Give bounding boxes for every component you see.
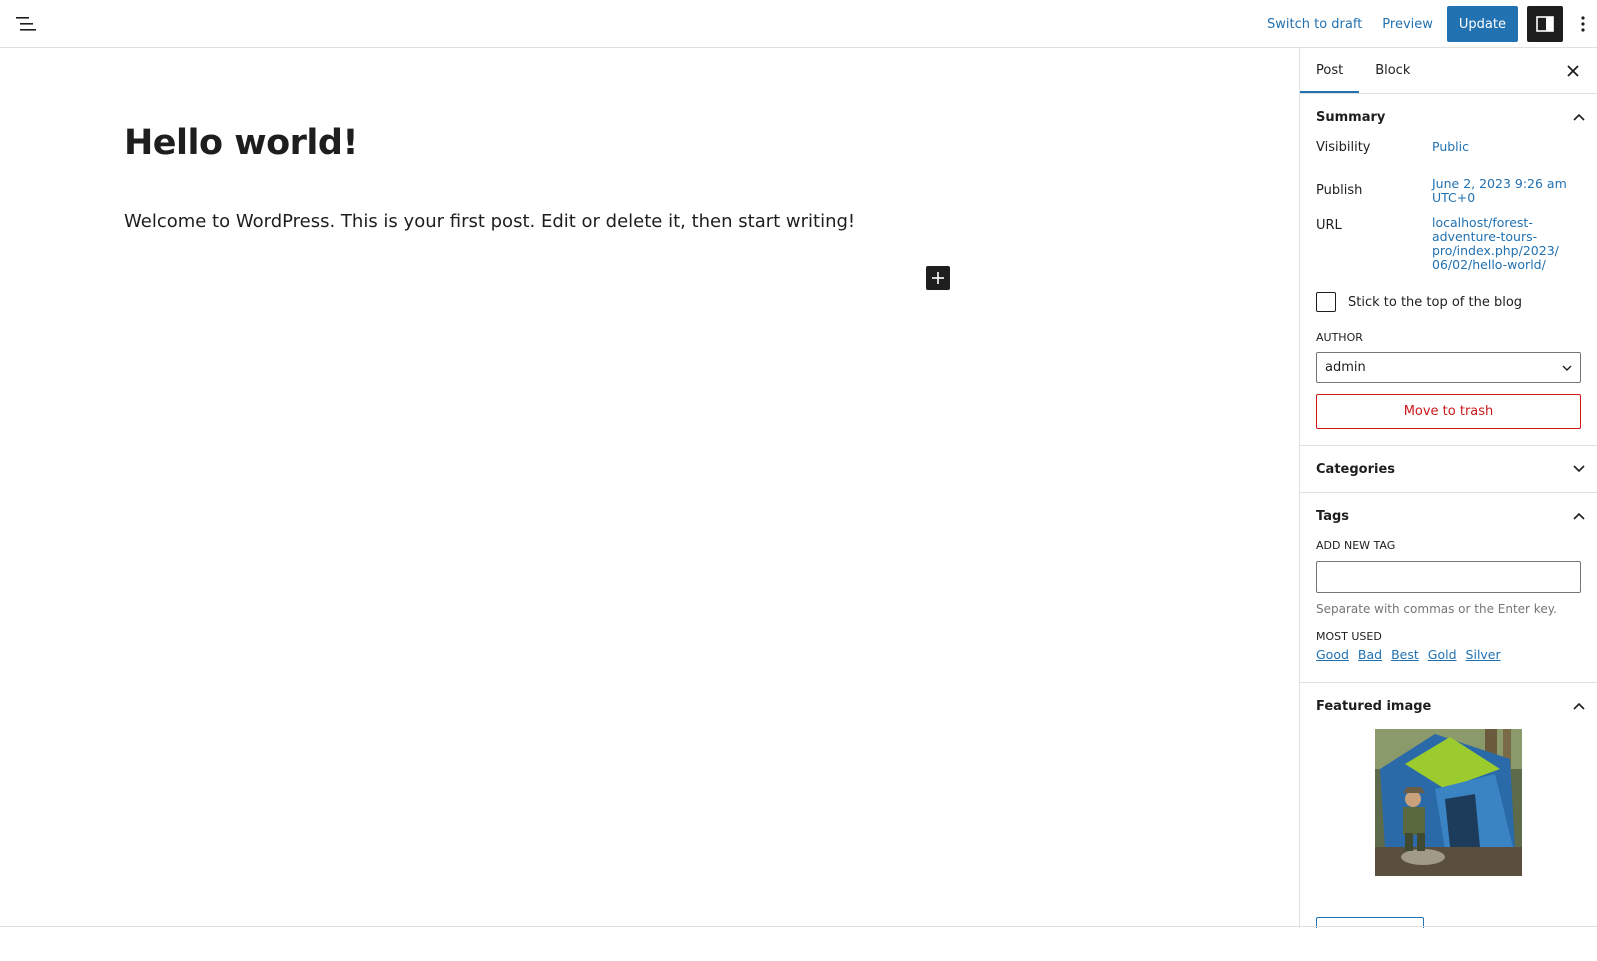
- publish-date-line: June 2, 2023 9:26 am: [1432, 176, 1567, 191]
- publish-row: Publish June 2, 2023 9:26 am UTC+0: [1316, 177, 1581, 205]
- editor-canvas: Hello world! Welcome to WordPress. This …: [0, 49, 1299, 944]
- chevron-up-icon: [1573, 512, 1585, 520]
- featured-image-panel-toggle[interactable]: Featured image: [1300, 683, 1597, 729]
- author-select[interactable]: admin: [1316, 352, 1581, 383]
- publish-label: Publish: [1316, 183, 1363, 198]
- sticky-row: Stick to the top of the blog: [1316, 292, 1581, 312]
- tags-panel: Tags ADD NEW TAG Separate with commas or…: [1300, 493, 1597, 683]
- visibility-value-button[interactable]: Public: [1432, 140, 1469, 154]
- editor-header: Switch to draft Preview Update: [0, 0, 1597, 48]
- header-actions: Switch to draft Preview Update: [1257, 0, 1597, 48]
- most-used-label: MOST USED: [1316, 630, 1382, 643]
- settings-sidebar: Post Block Summary Visibility Public Pub…: [1299, 48, 1597, 928]
- url-line: 06/02/hello-world/: [1432, 257, 1546, 272]
- categories-panel: Categories: [1300, 446, 1597, 493]
- most-used-tags: Good Bad Best Gold Silver: [1316, 647, 1581, 662]
- author-label: AUTHOR: [1316, 331, 1363, 344]
- chevron-down-icon: [1573, 465, 1585, 473]
- close-icon[interactable]: [1561, 59, 1585, 83]
- tag-link[interactable]: Good: [1316, 647, 1349, 662]
- author-selected-value: admin: [1325, 360, 1366, 375]
- settings-sidebar-icon[interactable]: [1527, 6, 1563, 42]
- summary-panel-body: Visibility Public Publish June 2, 2023 9…: [1300, 140, 1597, 445]
- url-line: localhost/forest-: [1432, 215, 1533, 230]
- document-overview-icon[interactable]: [8, 6, 44, 42]
- summary-panel-toggle[interactable]: Summary: [1300, 94, 1597, 140]
- tags-panel-toggle[interactable]: Tags: [1300, 493, 1597, 539]
- url-row: URL localhost/forest- adventure-tours- p…: [1316, 216, 1581, 272]
- summary-panel: Summary Visibility Public Publish June 2…: [1300, 94, 1597, 446]
- post-title[interactable]: Hello world!: [124, 123, 358, 163]
- tag-link[interactable]: Bad: [1358, 647, 1382, 662]
- move-to-trash-button[interactable]: Move to trash: [1316, 394, 1581, 429]
- url-label: URL: [1316, 218, 1342, 233]
- chevron-up-icon: [1573, 113, 1585, 121]
- tag-link[interactable]: Gold: [1428, 647, 1457, 662]
- chevron-up-icon: [1573, 702, 1585, 710]
- url-line: pro/index.php/2023/: [1432, 243, 1559, 258]
- paragraph-block[interactable]: Welcome to WordPress. This is your first…: [124, 211, 855, 232]
- featured-image-heading: Featured image: [1316, 698, 1432, 714]
- preview-button[interactable]: Preview: [1372, 17, 1443, 32]
- categories-heading: Categories: [1316, 461, 1396, 477]
- tag-link[interactable]: Best: [1391, 647, 1419, 662]
- publish-date-button[interactable]: June 2, 2023 9:26 am UTC+0: [1432, 177, 1567, 205]
- add-new-tag-label: ADD NEW TAG: [1316, 539, 1396, 552]
- tags-panel-body: ADD NEW TAG Separate with commas or the …: [1300, 539, 1597, 682]
- more-options-icon[interactable]: [1573, 6, 1593, 42]
- chevron-down-icon: [1562, 365, 1572, 371]
- tag-link[interactable]: Silver: [1466, 647, 1501, 662]
- footer-divider: [0, 926, 1597, 927]
- featured-image-thumbnail[interactable]: [1375, 729, 1522, 876]
- tab-block[interactable]: Block: [1359, 48, 1426, 93]
- update-button[interactable]: Update: [1446, 6, 1518, 42]
- sticky-label: Stick to the top of the blog: [1348, 294, 1523, 310]
- switch-to-draft-button[interactable]: Switch to draft: [1257, 17, 1372, 32]
- visibility-row: Visibility Public: [1316, 140, 1581, 156]
- tab-post[interactable]: Post: [1300, 48, 1359, 93]
- summary-heading: Summary: [1316, 109, 1386, 125]
- tags-heading: Tags: [1316, 508, 1350, 524]
- tag-help-text: Separate with commas or the Enter key.: [1316, 602, 1557, 616]
- featured-image-panel: Featured image: [1300, 683, 1597, 876]
- sidebar-tabs: Post Block: [1300, 48, 1597, 94]
- visibility-label: Visibility: [1316, 140, 1371, 155]
- publish-timezone-line: UTC+0: [1432, 190, 1476, 205]
- url-line: adventure-tours-: [1432, 229, 1538, 244]
- add-tag-input[interactable]: [1316, 561, 1581, 593]
- block-inserter-plus-icon[interactable]: [926, 266, 950, 290]
- sticky-checkbox[interactable]: [1316, 292, 1336, 312]
- url-value-button[interactable]: localhost/forest- adventure-tours- pro/i…: [1432, 216, 1559, 272]
- categories-panel-toggle[interactable]: Categories: [1300, 446, 1597, 492]
